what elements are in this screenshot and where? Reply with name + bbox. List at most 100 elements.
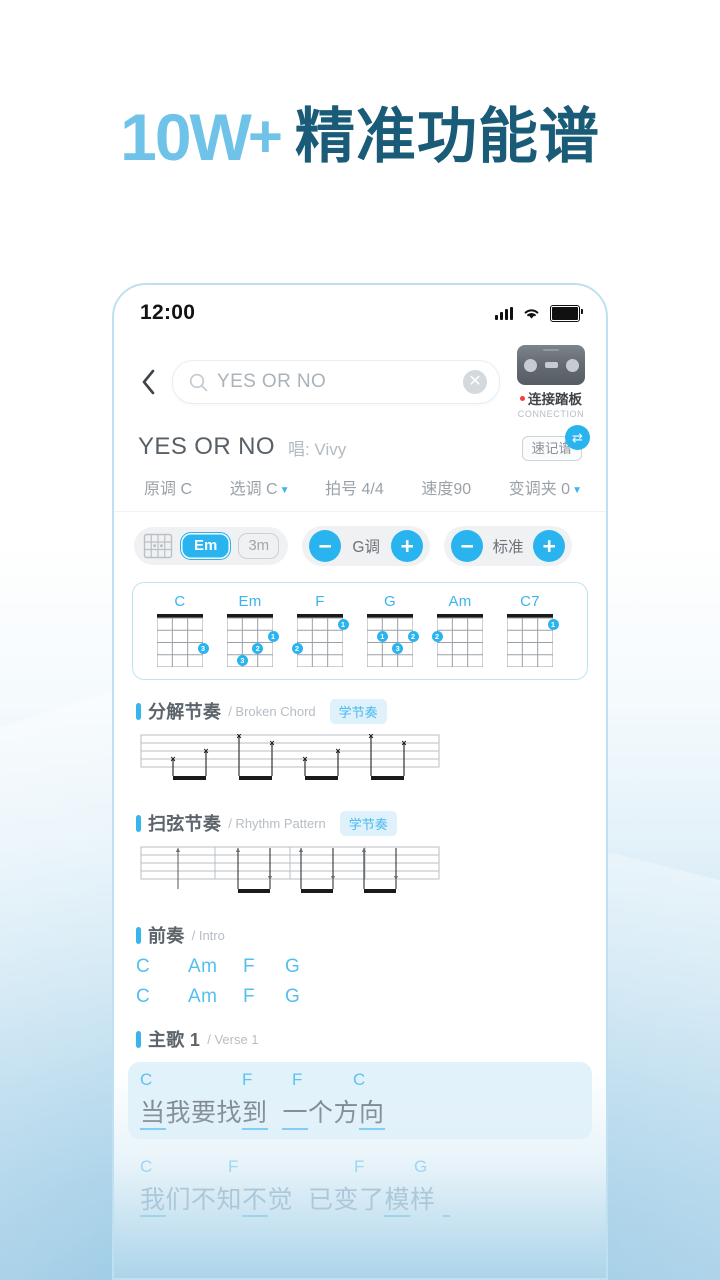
chord-finger-dot: 2	[431, 630, 443, 642]
section-accent-bar	[136, 926, 141, 944]
chord-fretboard: 3	[157, 614, 209, 667]
status-bar: 12:00	[114, 285, 606, 341]
lyric-char	[293, 1186, 308, 1214]
search-value: YES OR NO	[217, 371, 327, 392]
lyric-line[interactable]: C F F G 我们不知不觉 已变了模样	[128, 1149, 592, 1226]
chord-label: C	[140, 1157, 153, 1176]
chevron-down-icon: ▼	[279, 485, 290, 496]
song-header: YES OR NO 唱: Vivy 速记谱 ⇄	[114, 419, 606, 461]
svg-text:×: ×	[269, 738, 274, 748]
battery-icon	[550, 304, 583, 322]
capo-plus-button[interactable]: +	[533, 530, 566, 562]
section-header-broken-chord: 分解节奏 / Broken Chord 学节奏	[114, 680, 606, 724]
chord-diagram[interactable]: C7 1	[495, 593, 565, 667]
chord-finger-dot: 1	[376, 630, 388, 642]
meta-capo-label: 变调夹 0	[508, 481, 571, 498]
headline-unit: W	[189, 100, 252, 174]
lyric-char-chorded: 我	[140, 1186, 166, 1217]
pedal-label-row: 连接踏板	[520, 388, 582, 408]
lyric-char-chorded: 一	[282, 1099, 308, 1130]
chord-label: G	[414, 1157, 428, 1176]
svg-text:▼: ▼	[267, 875, 274, 882]
chevron-down-icon-capo: ▼	[572, 485, 582, 496]
pedal-center-button	[544, 362, 558, 368]
chord-label: F	[243, 956, 256, 977]
chord-label: F	[354, 1157, 365, 1176]
pedal-device-icon	[517, 345, 585, 385]
lyric-char: 我要找	[165, 1099, 243, 1127]
headline-plus: +	[247, 103, 283, 170]
chord-finger-dot: 3	[197, 643, 209, 655]
song-title: YES OR NO	[138, 433, 275, 460]
chord-label: G	[285, 986, 301, 1007]
meta-selected-key[interactable]: 选调 C ▼	[230, 475, 290, 499]
control-row: Em 3m − G调 + − 标准 +	[114, 512, 606, 578]
chord-name: Am	[448, 593, 472, 610]
chord-diagram[interactable]: G123	[355, 593, 425, 667]
chord-name: C	[174, 593, 186, 610]
intro-chord-line: C Am F G	[114, 948, 606, 978]
chord-mode-em[interactable]: Em	[180, 531, 232, 561]
clear-icon[interactable]: ✕	[463, 370, 487, 394]
key-plus-button[interactable]: +	[391, 530, 424, 562]
lyric-char-chorded: 模	[384, 1186, 410, 1217]
fretboard-grid-icon[interactable]	[143, 533, 173, 559]
chord-mode-3m[interactable]: 3m	[238, 532, 280, 560]
section-title-en: / Broken Chord	[228, 703, 316, 719]
svg-text:▲: ▲	[298, 847, 305, 854]
lyric-char-chorded: 到	[242, 1099, 268, 1130]
pedal-connect-button[interactable]: 连接踏板 CONNECTION	[512, 345, 590, 419]
meta-capo[interactable]: 变调夹 0 ▼	[509, 475, 582, 499]
chord-fretboard: 12	[291, 614, 349, 667]
chord-label: C	[136, 956, 151, 977]
capo-value: 标准	[492, 539, 524, 556]
chord-diagram[interactable]: Am 2	[425, 593, 495, 667]
chord-diagram[interactable]: C3	[145, 593, 215, 667]
signal-icon	[495, 306, 513, 320]
chord-label: F	[242, 1070, 253, 1089]
swap-icon[interactable]: ⇄	[565, 424, 590, 450]
svg-text:×: ×	[302, 754, 307, 764]
lyric-line-active[interactable]: C F F C 当我要找到 一个方向	[128, 1062, 592, 1139]
lyric-char: 已变了	[307, 1186, 385, 1214]
svg-text:×: ×	[368, 734, 373, 741]
svg-text:×: ×	[170, 754, 175, 764]
status-icons	[495, 304, 583, 322]
pedal-knob-left	[523, 358, 537, 372]
key-minus-button[interactable]: −	[309, 530, 342, 562]
section-header-verse-1: 主歌 1 / Verse 1	[114, 1008, 606, 1052]
learn-rhythm-badge[interactable]: 学节奏	[339, 810, 397, 836]
lyric-char-chorded: 当	[140, 1099, 166, 1130]
lyric-text-row: 当我要找到 一个方向	[140, 1093, 580, 1130]
section-accent-bar	[136, 1030, 141, 1048]
chord-finger-dot: 1	[337, 618, 349, 630]
chord-finger-dot: 2	[407, 630, 419, 642]
search-input[interactable]: YES OR NO ✕	[172, 360, 500, 404]
chord-finger-dot: 1	[547, 618, 559, 630]
intro-chord-line: C Am F G	[114, 978, 606, 1008]
chord-label: F	[292, 1070, 303, 1089]
svg-text:▲: ▲	[361, 847, 368, 854]
learn-rhythm-badge[interactable]: 学节奏	[329, 698, 387, 724]
chord-diagram[interactable]: Em 1 2 3	[215, 593, 285, 667]
song-artist: 唱: Vivy	[287, 439, 347, 459]
chord-finger-dot: 2	[291, 643, 303, 655]
section-title-zh: 扫弦节奏	[148, 814, 222, 834]
chord-label: F	[243, 986, 256, 1007]
lyric-char-chorded: 不	[242, 1186, 268, 1217]
back-button[interactable]	[134, 364, 162, 400]
section-title-zh: 前奏	[148, 926, 185, 946]
meta-tempo-label: 速度90	[421, 481, 472, 498]
rhythm-pattern-notation: ▲ ▲ ▲ ▲ ▼ ▼ ▼	[140, 846, 606, 904]
section-title-zh: 主歌 1	[148, 1030, 201, 1050]
chord-fretboard: 123	[227, 614, 279, 667]
lyric-char: 们不知	[165, 1186, 243, 1214]
chord-diagram[interactable]: F12	[285, 593, 355, 667]
lyric-char-chorded: 向	[358, 1099, 385, 1130]
svg-text:▼: ▼	[330, 875, 337, 882]
lyric-chord-row: CFFC	[140, 1070, 580, 1092]
pedal-label: 连接踏板	[528, 392, 582, 407]
lyric-char: 觉	[267, 1186, 294, 1214]
capo-minus-button[interactable]: −	[451, 530, 484, 562]
chord-label: Am	[188, 956, 218, 977]
